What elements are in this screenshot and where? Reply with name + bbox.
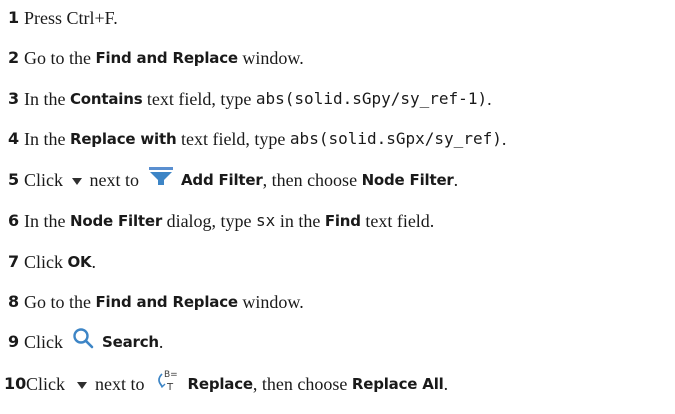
- step-number: 3: [8, 89, 20, 108]
- find-and-replace-window-label: Find and Replace: [95, 49, 239, 67]
- step-number: 7: [8, 252, 20, 271]
- step-text: in the: [275, 211, 325, 231]
- step-text: Click: [26, 374, 65, 394]
- step-9: 9 Click Search .: [0, 327, 163, 357]
- find-value: sx: [256, 211, 276, 230]
- svg-text:T: T: [166, 382, 174, 392]
- step-number: 6: [8, 211, 20, 230]
- step-number: 5: [8, 170, 20, 189]
- step-text: Click: [24, 170, 68, 190]
- replace-with-field-label: Replace with: [69, 130, 177, 148]
- step-3: 3 In the Contains text field, type abs(s…: [0, 84, 492, 114]
- step-number: 8: [8, 292, 20, 311]
- step-text: , then choose: [262, 170, 362, 190]
- step-text: In the: [24, 89, 70, 109]
- step-number: 1: [8, 8, 20, 27]
- step-text: next to: [89, 170, 140, 190]
- replace-button-label: Replace: [187, 375, 254, 393]
- step-text: .: [443, 374, 449, 394]
- step-6: 6 In the Node Filter dialog, type sx in …: [0, 206, 434, 236]
- step-number: 9: [8, 332, 20, 351]
- instruction-steps: 1 Press Ctrl+F. 2 Go to the Find and Rep…: [0, 0, 675, 414]
- magnifier-icon: [72, 327, 94, 358]
- step-text: .: [501, 129, 507, 149]
- step-1: 1 Press Ctrl+F.: [0, 3, 118, 33]
- step-text: window.: [237, 292, 304, 312]
- step-number: 2: [8, 48, 20, 67]
- step-4: 4 In the Replace with text field, type a…: [0, 124, 506, 154]
- search-button-label: Search: [102, 333, 159, 351]
- step-text: .: [453, 170, 459, 190]
- find-and-replace-window-label: Find and Replace: [95, 293, 239, 311]
- step-text: text field, type: [176, 129, 290, 149]
- step-2: 2 Go to the Find and Replace window.: [0, 43, 304, 73]
- step-8: 8 Go to the Find and Replace window.: [0, 287, 304, 317]
- replace-all-label: Replace All: [351, 375, 444, 393]
- step-text: dialog, type: [162, 211, 257, 231]
- step-text: next to: [95, 374, 145, 394]
- step-10: 10 Click next to B= T Replace , then cho…: [0, 369, 448, 399]
- step-text: .: [487, 89, 492, 109]
- step-text: In the: [24, 211, 70, 231]
- svg-text:B=: B=: [164, 370, 178, 380]
- step-number: 10: [4, 374, 27, 393]
- step-text: .: [158, 332, 164, 352]
- step-text: In the: [24, 129, 70, 149]
- ok-button-label: OK: [67, 253, 92, 271]
- replace-expression: abs(solid.sGpx/sy_ref): [289, 129, 502, 148]
- step-5: 5 Click next to Add Filter , then choose…: [0, 165, 458, 195]
- step-text: Go to the: [24, 292, 96, 312]
- find-field-label: Find: [324, 212, 361, 230]
- step-text: window.: [237, 48, 304, 68]
- node-filter-label: Node Filter: [361, 171, 454, 189]
- step-number: 4: [8, 129, 20, 148]
- step-text: Click: [24, 332, 63, 352]
- funnel-filter-icon: [149, 165, 173, 195]
- triangle-down-icon: [71, 165, 82, 195]
- step-text: .: [91, 252, 96, 272]
- step-text: , then choose: [252, 374, 352, 394]
- replace-icon: B= T: [155, 368, 179, 401]
- step-text: text field, type: [142, 89, 256, 109]
- step-text: Click: [24, 252, 68, 272]
- contains-field-label: Contains: [69, 90, 143, 108]
- triangle-down-icon: [77, 369, 87, 399]
- step-text: Press Ctrl+F.: [24, 8, 118, 28]
- add-filter-label: Add Filter: [181, 171, 263, 189]
- node-filter-dialog-label: Node Filter: [69, 212, 163, 230]
- step-7: 7 Click OK .: [0, 247, 96, 277]
- step-text: Go to the: [24, 48, 96, 68]
- step-text: text field.: [360, 211, 435, 231]
- contains-expression: abs(solid.sGpy/sy_ref-1): [255, 89, 488, 108]
